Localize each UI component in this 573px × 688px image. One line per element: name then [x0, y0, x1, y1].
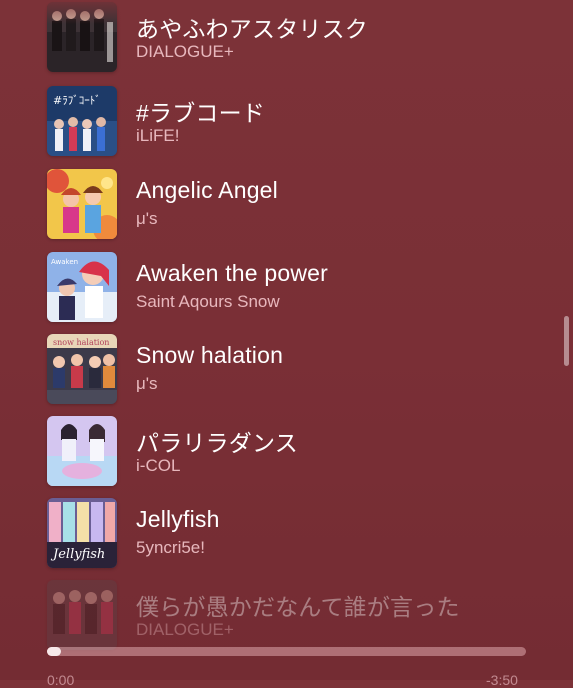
- elapsed-time: 0:00: [47, 672, 75, 688]
- album-art: Jellyfish: [47, 498, 117, 568]
- svg-text:Jellyfish: Jellyfish: [50, 547, 105, 562]
- album-art: Awaken: [47, 252, 117, 322]
- queue-row[interactable]: Jellyfish Jellyfish 5yncri5e!: [0, 498, 560, 580]
- song-title: Awaken the power: [136, 260, 329, 286]
- album-art: snow halation: [47, 334, 117, 404]
- artist-name: iLiFE!: [136, 126, 180, 145]
- artist-name: μ's: [136, 374, 158, 393]
- song-title: パラリラダンス: [136, 430, 298, 456]
- svg-text:#ﾗﾌﾞｺｰﾄﾞ: #ﾗﾌﾞｺｰﾄﾞ: [53, 94, 101, 107]
- artist-name: Saint Aqours Snow: [136, 292, 280, 311]
- artist-name: i-COL: [136, 456, 181, 475]
- svg-text:snow halation: snow halation: [53, 338, 109, 347]
- song-title: Snow halation: [136, 342, 284, 368]
- queue-row[interactable]: パラリラダンス i-COL: [0, 416, 560, 498]
- album-art: [47, 2, 117, 72]
- queue-row[interactable]: #ﾗﾌﾞｺｰﾄﾞ #ラブコード iLiFE!: [0, 86, 560, 168]
- song-title: Angelic Angel: [136, 177, 278, 203]
- song-title: #ラブコード: [136, 100, 265, 126]
- playback-progress-fill: [47, 647, 61, 656]
- playback-progress-bar[interactable]: [47, 647, 526, 656]
- song-title: Jellyfish: [136, 506, 220, 532]
- album-art: [47, 169, 117, 239]
- album-art: [47, 580, 117, 650]
- svg-text:Awaken: Awaken: [51, 258, 78, 266]
- artist-name: DIALOGUE+: [136, 620, 234, 639]
- remaining-time: -3:50: [486, 672, 518, 688]
- song-title: 僕らが愚かだなんて誰が言った: [136, 594, 460, 620]
- up-next-queue: あやふわアスタリスク DIALOGUE+ #ﾗﾌﾞｺｰﾄﾞ #ラブコード iLi…: [0, 0, 573, 680]
- artist-name: 5yncri5e!: [136, 538, 205, 557]
- song-title: あやふわアスタリスク: [136, 16, 368, 42]
- queue-row[interactable]: snow halation Snow halation μ's: [0, 334, 560, 416]
- queue-row[interactable]: Awaken Awaken the power Saint Aqours Sno…: [0, 252, 560, 334]
- queue-row[interactable]: Angelic Angel μ's: [0, 169, 560, 251]
- album-art: #ﾗﾌﾞｺｰﾄﾞ: [47, 86, 117, 156]
- artist-name: μ's: [136, 209, 158, 228]
- artist-name: DIALOGUE+: [136, 42, 234, 61]
- scroll-indicator[interactable]: [564, 316, 569, 366]
- queue-row[interactable]: あやふわアスタリスク DIALOGUE+: [0, 2, 560, 84]
- album-art: [47, 416, 117, 486]
